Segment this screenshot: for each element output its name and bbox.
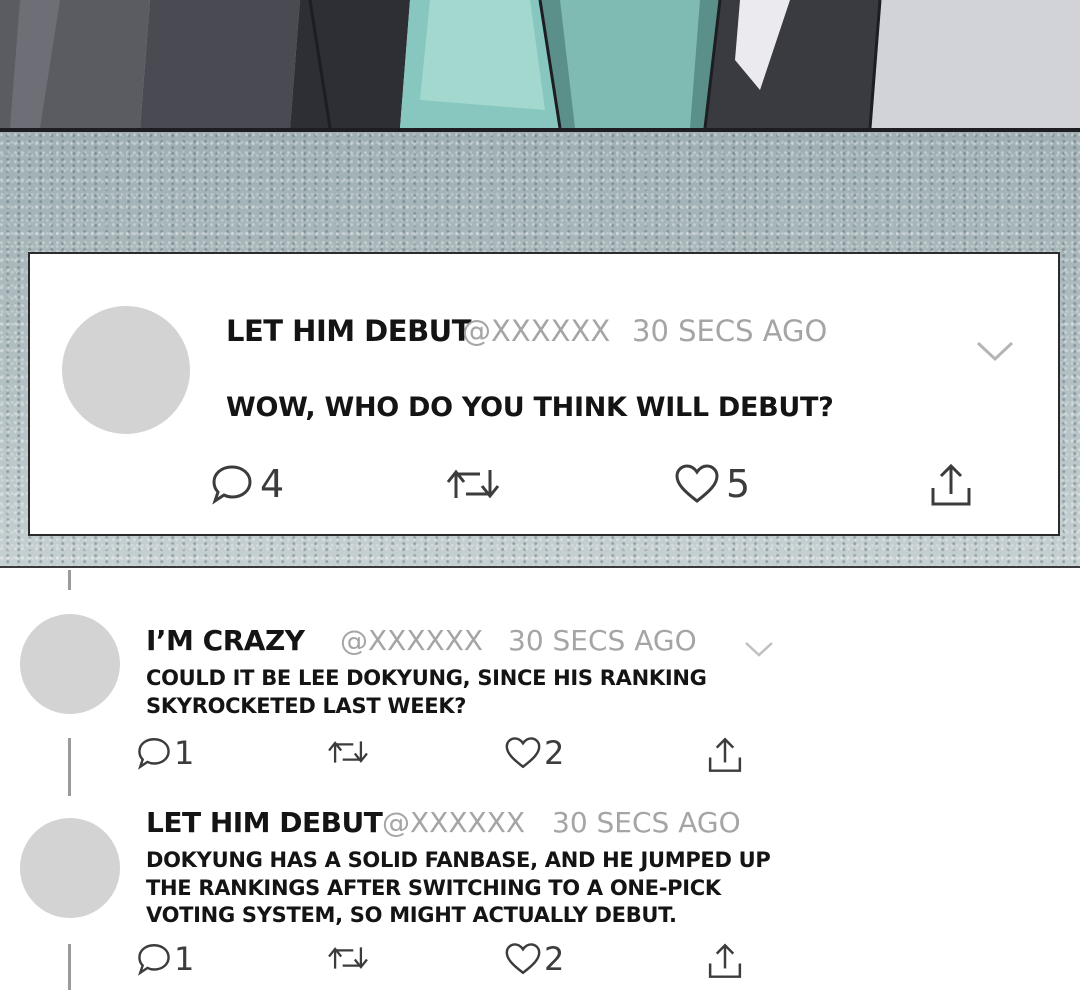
avatar[interactable] [20, 818, 120, 918]
heart-icon [505, 943, 541, 975]
speech-bubble-icon [137, 944, 170, 976]
reply-text-line: SKYROCKETED LAST WEEK? [146, 694, 467, 718]
reply-text-line: VOTING SYSTEM, SO MIGHT ACTUALLY DEBUT. [146, 903, 677, 927]
reply-button[interactable]: 4 [210, 462, 284, 506]
avatar[interactable] [20, 614, 120, 714]
retweet-button[interactable] [326, 944, 370, 972]
main-post-card[interactable]: LET HIM DEBUT @XXXXXX 30 SECS AGO WOW, W… [28, 252, 1060, 536]
share-icon [708, 737, 742, 772]
reply-text-line: THE RANKINGS AFTER SWITCHING TO A ONE-PI… [146, 876, 721, 900]
thread-connector [68, 738, 71, 796]
reply-timestamp: 30 SECS AGO [508, 624, 697, 657]
share-button[interactable] [706, 942, 744, 980]
retweet-icon [328, 947, 368, 969]
reply-author-name[interactable]: I’M CRAZY [146, 624, 305, 657]
reply-text-line: DOKYUNG HAS A SOLID FANBASE, AND HE JUMP… [146, 848, 771, 872]
reply-text-line: COULD IT BE LEE DOKYUNG, SINCE HIS RANKI… [146, 666, 707, 690]
reply-count: 4 [260, 462, 285, 506]
panel-divider [0, 566, 1080, 568]
share-button[interactable] [706, 736, 744, 774]
like-count: 5 [726, 462, 751, 506]
like-button[interactable]: 5 [674, 462, 750, 506]
chevron-down-icon[interactable] [744, 640, 774, 658]
like-button[interactable]: 2 [504, 940, 564, 978]
post-author-handle[interactable]: @XXXXXX [462, 314, 610, 348]
share-icon [708, 943, 742, 978]
reply-button[interactable]: 1 [136, 734, 194, 772]
reply-author-name[interactable]: LET HIM DEBUT [146, 806, 383, 839]
like-count: 2 [544, 940, 565, 978]
share-button[interactable] [928, 462, 974, 508]
post-text: WOW, WHO DO YOU THINK WILL DEBUT? [226, 392, 834, 423]
like-count: 2 [544, 734, 565, 772]
speech-bubble-icon [212, 465, 252, 505]
reply-author-handle[interactable]: @XXXXXX [382, 806, 525, 839]
retweet-button[interactable] [444, 466, 502, 502]
share-icon [931, 463, 971, 506]
reply-count: 1 [174, 734, 195, 772]
post-author-name[interactable]: LET HIM DEBUT [226, 314, 472, 348]
reply-author-handle[interactable]: @XXXXXX [340, 624, 483, 657]
like-button[interactable]: 2 [504, 734, 564, 772]
reply-timestamp: 30 SECS AGO [552, 806, 741, 839]
speech-bubble-icon [137, 738, 170, 770]
heart-icon [505, 737, 541, 769]
heart-icon [675, 464, 719, 503]
thread-connector [68, 944, 71, 990]
chevron-down-icon[interactable] [976, 340, 1014, 362]
comic-illustration-panel [0, 0, 1080, 132]
avatar[interactable] [62, 306, 190, 434]
post-timestamp: 30 SECS AGO [632, 314, 828, 348]
reply-count: 1 [174, 940, 195, 978]
retweet-icon [328, 741, 368, 763]
reply-button[interactable]: 1 [136, 940, 194, 978]
retweet-icon [446, 469, 500, 499]
retweet-button[interactable] [326, 738, 370, 766]
thread-connector [68, 570, 71, 590]
